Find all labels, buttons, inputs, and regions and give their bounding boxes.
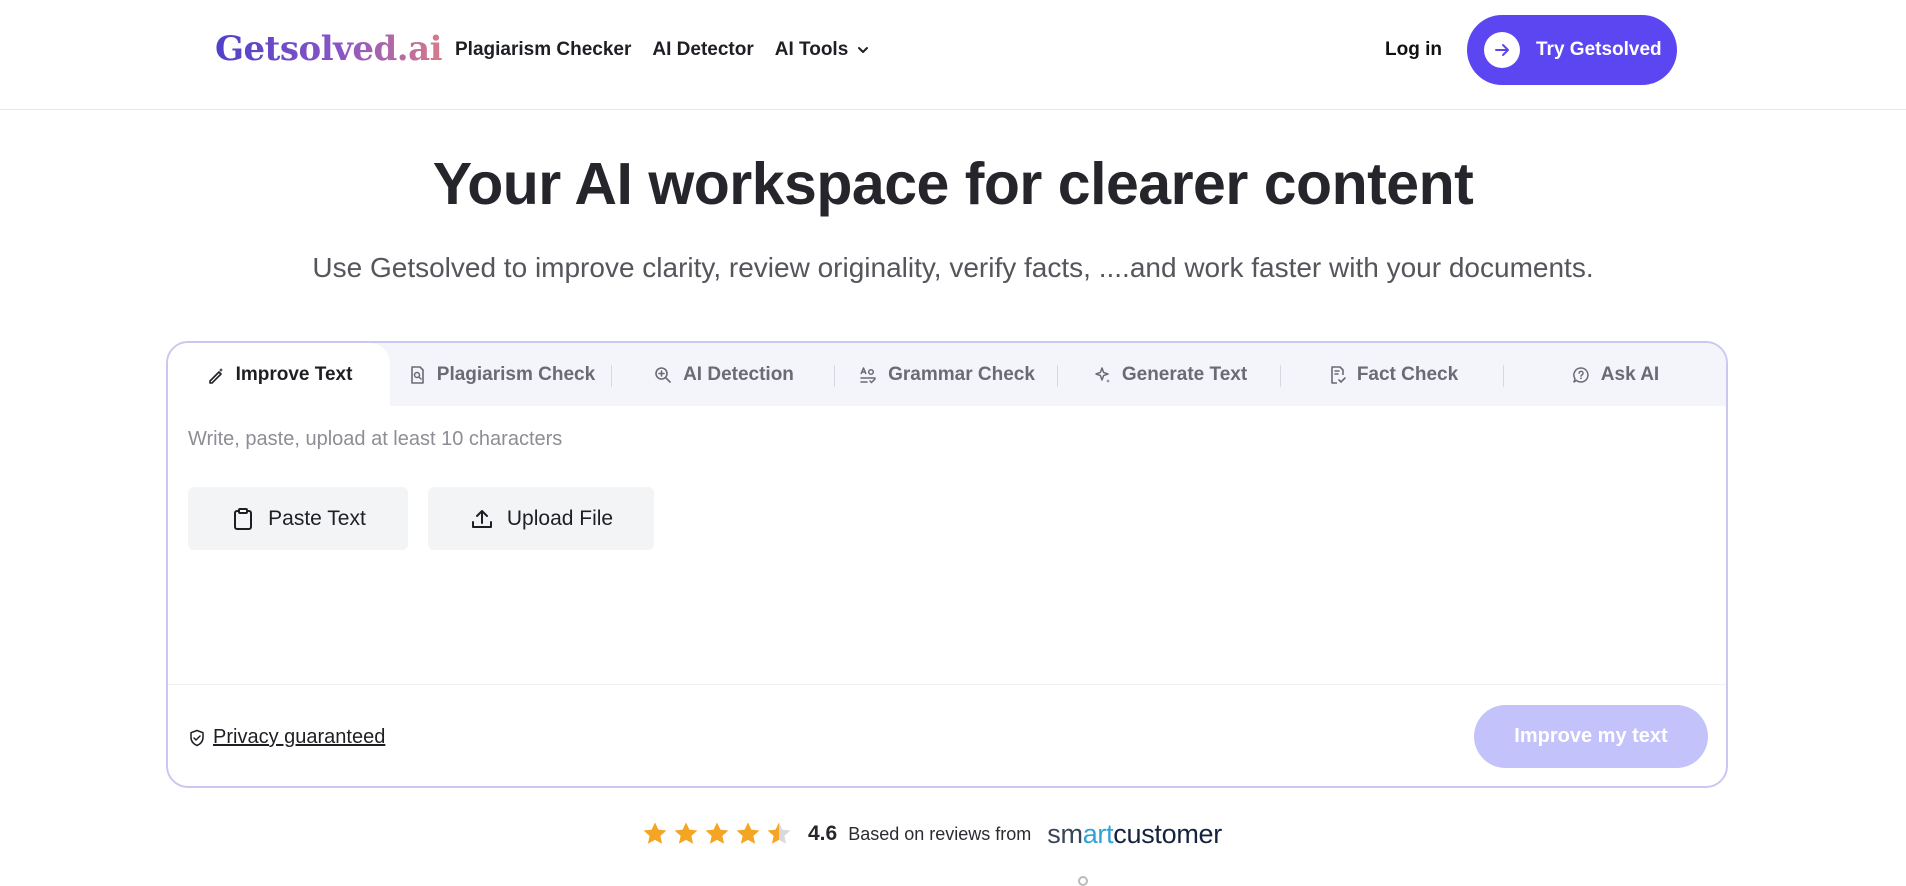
tab-ask-ai[interactable]: Ask AI	[1504, 343, 1726, 406]
doc-check-icon	[1331, 365, 1346, 384]
doc-search-icon	[410, 365, 424, 384]
star-icon	[643, 822, 667, 844]
star-icon	[705, 822, 729, 844]
page-title: Your AI workspace for clearer content	[432, 151, 1474, 217]
arrow-right-icon	[1484, 32, 1520, 68]
tab-label: Fact Check	[1356, 363, 1459, 385]
tab-grammar-check[interactable]: Grammar Check	[835, 343, 1058, 406]
paste-text-label: Paste Text	[268, 506, 366, 530]
star-half-icon	[767, 822, 791, 844]
try-getsolved-label: Try Getsolved	[1536, 39, 1662, 60]
clipboard-icon	[234, 507, 253, 530]
star-icon	[674, 822, 698, 844]
brand-part: sm	[1047, 818, 1083, 849]
chat-question-icon	[1572, 366, 1589, 383]
nav-label: AI Tools	[774, 39, 849, 60]
paste-text-button[interactable]: Paste Text	[188, 487, 408, 550]
brand-part: art	[1082, 818, 1114, 849]
site-header: Getsolved.ai Plagiarism Checker AI Detec…	[0, 0, 1906, 110]
tool-card: Improve Text Plagiarism Check AI Detecti…	[166, 341, 1728, 788]
scroll-indicator	[1078, 876, 1088, 886]
nav-plagiarism-checker[interactable]: Plagiarism Checker	[455, 39, 631, 61]
tab-plagiarism-check[interactable]: Plagiarism Check	[390, 343, 612, 406]
logo[interactable]: Getsolved.ai	[215, 29, 443, 69]
privacy-label: Privacy guaranteed	[213, 726, 386, 748]
nav-label: AI Detector	[652, 39, 754, 60]
tab-ai-detection[interactable]: AI Detection	[612, 343, 835, 406]
try-getsolved-button[interactable]: Try Getsolved	[1467, 15, 1677, 85]
tab-label: Plagiarism Check	[436, 363, 596, 385]
tab-fact-check[interactable]: Fact Check	[1281, 343, 1504, 406]
nav-ai-detector[interactable]: AI Detector	[652, 39, 753, 61]
grammar-icon	[860, 366, 876, 384]
rating-value: 4.6	[808, 822, 838, 845]
upload-icon	[471, 509, 492, 528]
magnifier-plus-icon	[655, 366, 671, 383]
nav-ai-tools[interactable]: AI Tools	[775, 39, 871, 61]
text-input-area[interactable]: Write, paste, upload at least 10 charact…	[188, 428, 562, 451]
smartcustomer-logo[interactable]: smartcustomer	[1047, 819, 1222, 850]
sparkle-icon	[1095, 366, 1110, 383]
tab-label: AI Detection	[683, 363, 794, 385]
privacy-link[interactable]: Privacy guaranteed	[188, 726, 385, 749]
tab-improve-text[interactable]: Improve Text	[168, 343, 390, 406]
upload-file-label: Upload File	[506, 506, 614, 530]
rating-source-text: Based on reviews from	[848, 823, 1032, 844]
shield-check-icon	[190, 729, 204, 746]
card-divider	[168, 684, 1726, 685]
main-nav: Plagiarism Checker AI Detector AI Tools	[455, 39, 870, 61]
pen-sparkle-icon	[208, 367, 223, 384]
tab-label: Generate Text	[1121, 363, 1248, 385]
login-link[interactable]: Log in	[1385, 39, 1442, 61]
improve-my-text-button[interactable]: Improve my text	[1474, 705, 1708, 768]
nav-label: Plagiarism Checker	[455, 39, 632, 60]
tool-tabs: Improve Text Plagiarism Check AI Detecti…	[168, 343, 1726, 406]
chevron-down-icon	[858, 47, 869, 53]
tab-label: Ask AI	[1600, 363, 1660, 385]
brand-part: customer	[1113, 818, 1222, 849]
tab-label: Improve Text	[235, 363, 353, 385]
tab-generate-text[interactable]: Generate Text	[1058, 343, 1281, 406]
rating-bar: 4.6 Based on reviews from smartcustomer	[641, 818, 1222, 850]
star-icon	[736, 822, 760, 844]
page-subtitle: Use Getsolved to improve clarity, review…	[312, 252, 1594, 283]
upload-file-button[interactable]: Upload File	[428, 487, 654, 550]
tab-label: Grammar Check	[888, 363, 1035, 385]
star-rating	[641, 820, 793, 848]
